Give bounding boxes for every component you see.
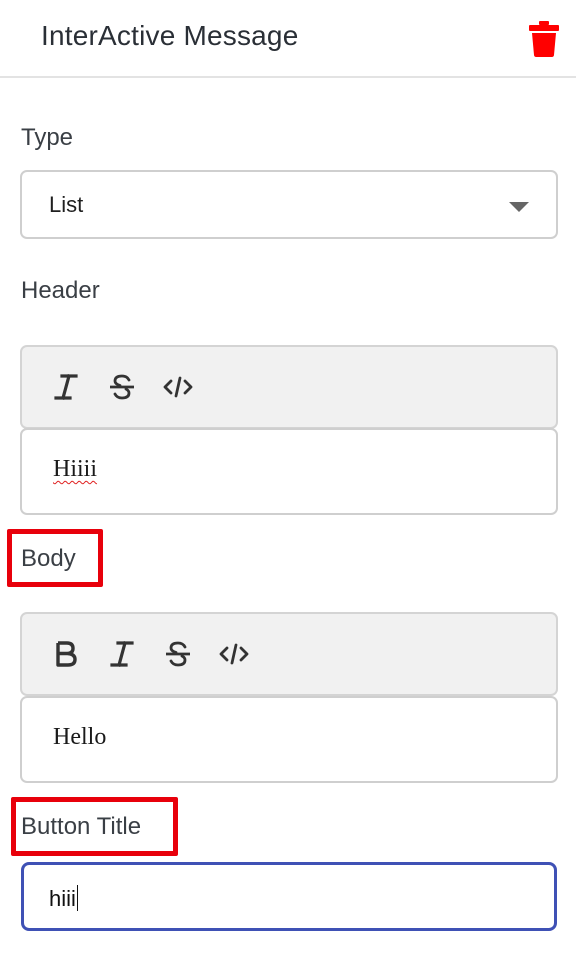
header-strikethrough-button[interactable] [104,369,140,405]
body-strikethrough-button[interactable] [160,636,196,672]
italic-icon [110,641,134,667]
type-select-value: List [49,192,84,217]
type-label: Type [21,124,74,151]
body-code-button[interactable] [216,636,252,672]
type-select[interactable]: List [20,170,558,239]
button-title-input-value: hiii [49,885,78,911]
header-editor[interactable]: Hiiii [20,428,558,515]
header-code-button[interactable] [160,369,196,405]
header-editor-text: Hiiii [53,456,98,482]
body-editor-text: Hello [53,724,107,750]
body-editor[interactable]: Hello [20,696,558,783]
strikethrough-icon [110,374,134,400]
panel-header: InterActive Message [0,0,576,78]
button-title-input[interactable]: hiii [21,862,557,931]
body-label-highlight [7,529,103,587]
body-italic-button[interactable] [104,636,140,672]
panel-title: InterActive Message [41,20,299,51]
strikethrough-icon [166,641,190,667]
code-icon [219,643,249,665]
code-icon [163,376,193,398]
italic-icon [54,374,78,400]
header-italic-button[interactable] [48,369,84,405]
header-toolbar [20,345,558,429]
dropdown-arrow-icon [509,202,529,212]
trash-icon [529,21,559,57]
body-toolbar [20,612,558,696]
header-label: Header [21,277,100,304]
text-caret [76,885,78,911]
bold-icon [56,641,77,667]
body-bold-button[interactable] [48,636,84,672]
delete-button[interactable] [528,20,560,58]
button-title-label-highlight [11,797,178,856]
